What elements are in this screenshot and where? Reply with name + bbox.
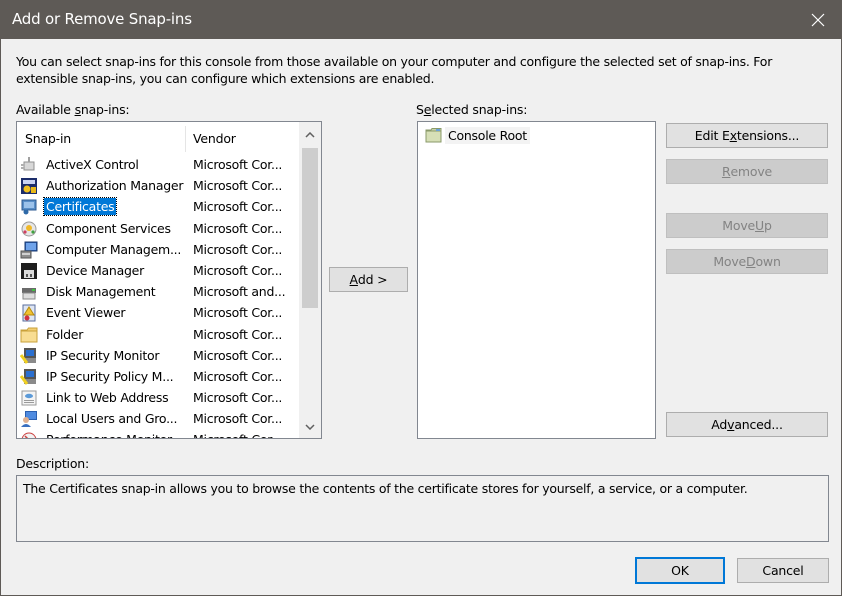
web-link-icon	[21, 390, 37, 406]
snapin-row[interactable]: Local Users and Gro... Microsoft Cor...	[17, 408, 299, 429]
snapin-vendor: Microsoft and...	[193, 284, 286, 300]
certificates-icon	[21, 199, 37, 215]
scroll-up-button[interactable]	[299, 124, 321, 146]
ip-security-monitor-icon	[20, 347, 36, 364]
snapin-row[interactable]: Link to Web Address Microsoft Cor...	[17, 387, 299, 408]
snapin-vendor: Microsoft Cor...	[193, 157, 283, 172]
snapin-name: Event Viewer	[46, 305, 126, 321]
selected-snapins-label: Selected snap-ins:	[416, 102, 528, 117]
advanced-button[interactable]: Ad v anced...	[666, 412, 828, 437]
snapin-vendor: Microsoft Cor...	[193, 368, 283, 384]
ip-security-policy-icon	[20, 368, 36, 385]
snapin-vendor: Microsoft Cor...	[193, 241, 283, 257]
console-root-folder-icon	[425, 128, 442, 143]
snapin-row[interactable]: Component Services Microsoft Cor...	[17, 218, 299, 239]
snapin-row[interactable]: IP Security Policy M... Microsoft Cor...	[17, 366, 299, 387]
title-bar: Add or Remove Snap-ins	[1, 1, 841, 39]
snapin-row[interactable]: Disk Management Microsoft and...	[17, 281, 299, 302]
snapin-name: Local Users and Gro...	[46, 411, 178, 427]
ok-button[interactable]: OK	[635, 557, 725, 584]
snapin-vendor: Microsoft Cor...	[193, 199, 283, 215]
snapin-name: Disk Management	[46, 284, 156, 300]
snapin-name: Link to Web Address	[46, 390, 169, 406]
cancel-button[interactable]: Cancel	[737, 558, 829, 583]
description-box: The Certificates snap-in allows you to b…	[16, 475, 829, 542]
snapin-vendor: Microsoft Cor...	[193, 220, 283, 236]
snapin-name: Authorization Manager	[46, 178, 184, 194]
snapin-row[interactable]: Folder Microsoft Cor...	[17, 324, 299, 345]
snapin-vendor: Microsoft Cor...	[193, 390, 283, 406]
selected-snapins-tree[interactable]: Console Root	[417, 121, 656, 439]
available-snapins-label: Available snap-ins:	[16, 102, 130, 117]
local-users-icon	[21, 411, 37, 428]
tree-item-console-root[interactable]: Console Root	[425, 125, 530, 145]
column-header-vendor[interactable]: Vendor	[193, 131, 236, 146]
snapin-name: IP Security Monitor	[46, 347, 160, 363]
chevron-up-icon	[305, 132, 315, 138]
activex-icon	[21, 157, 35, 171]
snapin-vendor: Microsoft Cor...	[193, 347, 283, 363]
add-remove-snapins-dialog: Add or Remove Snap-ins You can select sn…	[0, 0, 842, 596]
snapin-row[interactable]: Computer Managem... Microsoft Cor...	[17, 239, 299, 260]
snapin-name: Computer Managem...	[46, 241, 182, 257]
column-separator[interactable]	[185, 126, 186, 152]
performance-monitor-icon	[21, 432, 37, 438]
column-header-snapin[interactable]: Snap-in	[25, 131, 71, 146]
vertical-scrollbar[interactable]	[299, 122, 321, 438]
move-up-button[interactable]: Move Up	[666, 213, 828, 238]
disk-management-icon	[22, 288, 36, 300]
snapin-vendor: Microsoft Cor...	[193, 326, 283, 342]
add-button[interactable]: Add >	[329, 267, 408, 292]
snapin-row[interactable]: IP Security Monitor Microsoft Cor...	[17, 345, 299, 366]
snapin-vendor: Microsoft Cor...	[193, 178, 283, 194]
snapin-vendor: Microsoft Cor...	[193, 305, 283, 321]
snapin-vendor: Microsoft Cor...	[193, 432, 282, 438]
intro-text: You can select snap-ins for this console…	[16, 54, 773, 86]
available-snapins-list[interactable]: Snap-in Vendor ActiveX Control Microsoft …	[16, 121, 322, 439]
snapin-name: Performance Monitor	[44, 431, 174, 438]
computer-management-icon	[20, 241, 38, 259]
snapin-row[interactable]: Event Viewer Microsoft Cor...	[17, 302, 299, 323]
tree-item-label: Console Root	[445, 126, 530, 144]
snapin-row[interactable]: Device Manager Microsoft Cor...	[17, 260, 299, 281]
snapin-vendor: Microsoft Cor...	[193, 411, 283, 427]
move-down-button[interactable]: Move Down	[666, 249, 828, 274]
edit-extensions-button[interactable]: Edit Ex tensions...	[666, 123, 828, 148]
window-title: Add or Remove Snap-ins	[12, 10, 192, 28]
chevron-down-icon	[305, 424, 315, 430]
snapin-name: Component Services	[46, 220, 171, 236]
authorization-manager-icon	[21, 178, 37, 195]
snapin-rows: ActiveX Control Microsoft Cor... Authoriza…	[17, 154, 299, 438]
list-header: Snap-in Vendor	[17, 122, 299, 152]
scroll-down-button[interactable]	[299, 416, 321, 438]
description-label: Description:	[16, 456, 90, 471]
snapin-name: Device Manager	[46, 262, 145, 278]
snapin-vendor: Microsoft Cor...	[193, 262, 283, 278]
snapin-name: Certificates	[42, 197, 118, 217]
component-services-icon	[21, 221, 37, 237]
snapin-row[interactable]: Authorization Manager Microsoft Cor...	[17, 175, 299, 196]
snapin-name: IP Security Policy M...	[46, 368, 174, 384]
snapin-name: ActiveX Control	[46, 157, 139, 172]
snapin-row[interactable]: Certificates Microsoft Cor...	[17, 196, 299, 217]
device-manager-icon	[21, 262, 37, 279]
close-icon	[811, 13, 825, 27]
snapin-name: Folder	[46, 326, 84, 342]
snapin-row[interactable]: Performance Monitor Microsoft Cor...	[17, 429, 299, 438]
snapin-row[interactable]: ActiveX Control Microsoft Cor...	[17, 154, 299, 175]
event-viewer-icon	[22, 304, 36, 322]
scroll-thumb[interactable]	[302, 148, 318, 308]
remove-button[interactable]: Remove	[666, 159, 828, 184]
close-button[interactable]	[795, 1, 841, 39]
folder-icon	[20, 327, 38, 342]
